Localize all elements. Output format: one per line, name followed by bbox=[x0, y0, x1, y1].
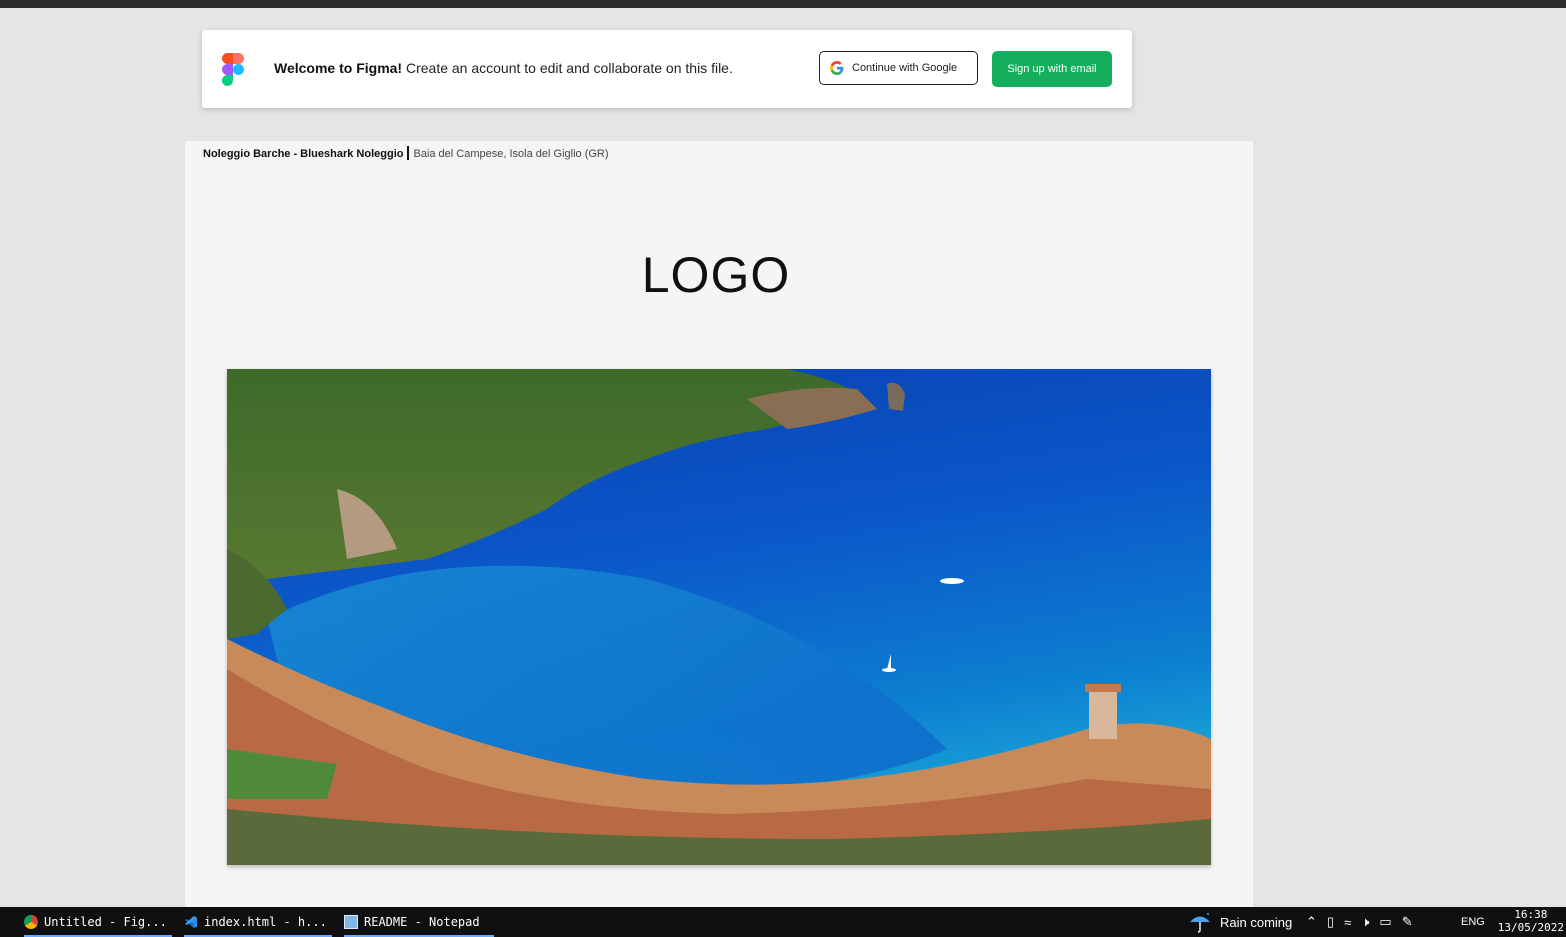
taskbar-item-label: index.html - h... bbox=[204, 915, 327, 929]
hero-image bbox=[227, 369, 1211, 865]
top-bar bbox=[0, 0, 1566, 8]
taskbar-item-notepad[interactable]: README - Notepad bbox=[344, 907, 494, 937]
meet-now-icon[interactable]: ▯ bbox=[1327, 914, 1334, 930]
signup-banner: Welcome to Figma! Create an account to e… bbox=[202, 30, 1132, 108]
umbrella-icon bbox=[1190, 913, 1210, 933]
title-separator bbox=[407, 146, 410, 160]
chrome-icon bbox=[24, 915, 38, 929]
banner-message: Welcome to Figma! Create an account to e… bbox=[274, 60, 733, 76]
taskbar: Untitled - Fig... index.html - h... READ… bbox=[0, 907, 1566, 937]
figma-logo-icon bbox=[222, 53, 244, 86]
taskbar-item-label: Untitled - Fig... bbox=[44, 915, 167, 929]
pen-icon[interactable]: ✎ bbox=[1402, 914, 1413, 930]
system-tray[interactable]: ⌃ ▯ ≈ 🕨 ▭ ✎ bbox=[1306, 907, 1413, 937]
volume-icon[interactable]: 🕨 bbox=[1361, 914, 1369, 930]
frame-header: Noleggio Barche - Blueshark Noleggio Baia… bbox=[203, 146, 609, 160]
clock-date: 13/05/2022 bbox=[1497, 921, 1564, 934]
language-indicator[interactable]: ENG bbox=[1461, 907, 1485, 937]
taskbar-item-label: README - Notepad bbox=[364, 915, 480, 929]
notepad-icon bbox=[344, 915, 358, 929]
wifi-icon[interactable]: ≈ bbox=[1344, 915, 1351, 930]
battery-icon[interactable]: ▭ bbox=[1379, 914, 1391, 930]
vscode-icon bbox=[184, 915, 198, 929]
weather-widget[interactable]: Rain coming bbox=[1188, 907, 1292, 937]
logo-placeholder: LOGO bbox=[641, 247, 791, 303]
clock[interactable]: 16:38 13/05/2022 bbox=[1498, 908, 1564, 934]
language-text: ENG bbox=[1461, 916, 1485, 928]
weather-text: Rain coming bbox=[1220, 914, 1293, 930]
taskbar-item-figma[interactable]: Untitled - Fig... bbox=[24, 907, 172, 937]
google-icon bbox=[830, 61, 844, 75]
google-button-label: Continue with Google bbox=[852, 62, 958, 74]
banner-welcome: Welcome to Figma! bbox=[274, 60, 403, 76]
banner-description: Create an account to edit and collaborat… bbox=[405, 60, 733, 76]
sign-up-with-email-button[interactable]: Sign up with email bbox=[992, 51, 1112, 87]
frame-subtitle: Baia del Campese, Isola del Giglio (GR) bbox=[413, 148, 609, 160]
frame-title: Noleggio Barche - Blueshark Noleggio bbox=[203, 148, 404, 160]
taskbar-item-vscode[interactable]: index.html - h... bbox=[184, 907, 332, 937]
design-frame[interactable]: Noleggio Barche - Blueshark Noleggio Baia… bbox=[185, 141, 1253, 907]
chevron-up-icon[interactable]: ⌃ bbox=[1306, 914, 1317, 930]
continue-with-google-button[interactable]: Continue with Google bbox=[819, 51, 978, 85]
clock-time: 16:38 bbox=[1514, 908, 1548, 921]
